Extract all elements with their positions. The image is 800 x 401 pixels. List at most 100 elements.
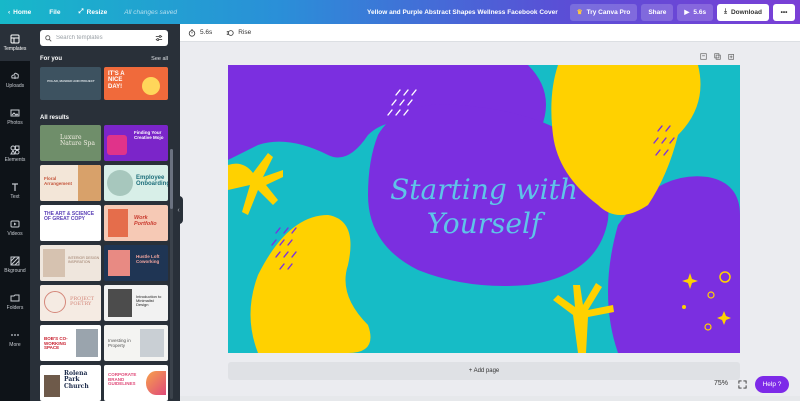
template-card-10-photo [108, 289, 132, 317]
text-icon [12, 182, 18, 191]
upload-icon [11, 72, 19, 79]
template-card-2-text: Finding Your Creative Mojo [134, 130, 164, 140]
featured-template-1[interactable]: POLAR, MASKED AND PROJECT [40, 67, 101, 100]
animate-label: Rise [238, 29, 252, 36]
featured-template-1-text: POLAR, MASKED AND PROJECT [47, 79, 95, 83]
template-card-4-photo [107, 170, 133, 196]
panel-scrollbar-thumb[interactable] [170, 149, 173, 209]
template-card-2[interactable]: Finding Your Creative Mojo [104, 125, 168, 161]
template-card-14-shape [146, 371, 166, 395]
yellow-leaf-bottom [553, 283, 614, 353]
canvas-heading[interactable]: Starting with Yourself [228, 173, 740, 241]
save-status: All changes saved [124, 8, 178, 16]
note-icon[interactable] [700, 53, 707, 60]
featured-template-2-sun [142, 77, 160, 95]
share-button[interactable]: Share [641, 3, 674, 21]
timing-button[interactable]: 5.6s [180, 28, 219, 37]
canvas-horizontal-scrollbar[interactable] [180, 396, 800, 401]
template-card-5-text: THE ART & SCIENCE OF GREAT COPY [44, 211, 95, 223]
template-card-7[interactable]: INTERIOR DESIGN INSPIRATION [40, 245, 101, 281]
template-card-1-text: Luxure Nature Spa [60, 134, 95, 148]
for-you-header: For you See all [40, 56, 168, 62]
more-options-button[interactable]: ••• [773, 3, 795, 21]
resize-button[interactable]: ⤢ Resize [69, 8, 116, 16]
template-card-6-photo [108, 209, 128, 237]
fullscreen-icon[interactable] [738, 380, 747, 389]
add-page-icon[interactable] [728, 53, 735, 60]
template-card-4[interactable]: Employee Onboarding [104, 165, 168, 201]
template-card-3[interactable]: Floral Arrangement [40, 165, 101, 201]
template-card-11[interactable]: BOB'S CO-WORKING SPACE [40, 325, 101, 361]
template-card-13[interactable]: Rolena Park Church [40, 365, 101, 401]
search-box[interactable] [40, 30, 168, 46]
rail-label-more: More [9, 341, 21, 348]
timer-icon [188, 28, 196, 37]
template-card-12-photo [140, 329, 164, 357]
folder-icon [10, 294, 20, 301]
rail-label-videos: Videos [7, 230, 23, 237]
play-icon: ▶ [684, 9, 690, 16]
filter-icon[interactable] [155, 34, 163, 42]
rail-label-uploads: Uploads [5, 82, 25, 89]
template-card-11-photo [76, 329, 98, 357]
template-card-10-text: Introduction to Minimalist Design [136, 294, 162, 308]
more-icon [11, 333, 19, 336]
background-icon [10, 256, 20, 265]
rail-label-background: Bkground [4, 267, 26, 274]
template-card-13-church [44, 375, 60, 397]
template-card-6[interactable]: Work Portfolio [104, 205, 168, 241]
zoom-level[interactable]: 75% [714, 380, 728, 387]
featured-template-2[interactable]: IT'S A NICE DAY! [104, 67, 168, 100]
rail-item-more[interactable]: More [0, 320, 30, 357]
template-card-9[interactable]: PROJECT POETRY [40, 285, 101, 321]
all-results-header: All results [40, 115, 168, 121]
template-card-8[interactable]: Hustle Loft Coworking [104, 245, 168, 281]
template-card-10[interactable]: Introduction to Minimalist Design [104, 285, 168, 321]
rail-item-templates[interactable]: Templates [0, 24, 30, 61]
rail-item-folders[interactable]: Folders [0, 283, 30, 320]
all-results-label: All results [40, 115, 70, 121]
timing-label: 5.6s [200, 29, 213, 36]
home-button[interactable]: ‹ Home [0, 9, 40, 16]
canvas-heading-line1: Starting with [390, 173, 578, 206]
rail-item-text[interactable]: Text [0, 172, 30, 209]
rail-label-text: Text [10, 193, 20, 200]
template-card-2-shape [107, 135, 127, 155]
template-card-5[interactable]: THE ART & SCIENCE OF GREAT COPY [40, 205, 101, 241]
template-card-12[interactable]: Investing in Property [104, 325, 168, 361]
home-label: Home [13, 8, 32, 16]
rail-item-uploads[interactable]: Uploads [0, 61, 30, 98]
dot-decoration [682, 305, 686, 309]
search-icon [45, 34, 52, 42]
try-pro-button[interactable]: ♛ Try Canva Pro [569, 3, 638, 21]
resize-icon: ⤢ [78, 8, 84, 15]
see-all-link[interactable]: See all [151, 56, 168, 62]
help-button[interactable]: Help ? [755, 376, 789, 393]
template-card-7-photo [43, 249, 65, 277]
template-card-1[interactable]: Luxure Nature Spa [40, 125, 101, 161]
rail-item-videos[interactable]: Videos [0, 209, 30, 246]
file-menu[interactable]: File [40, 9, 69, 16]
template-card-8-text: Hustle Loft Coworking [136, 254, 160, 264]
template-card-3-photo [78, 165, 101, 201]
rail-item-elements[interactable]: Elements [0, 135, 30, 172]
add-page-button[interactable]: + Add page [228, 362, 740, 380]
rail-item-photos[interactable]: Photos [0, 98, 30, 135]
design-canvas[interactable]: Starting with Yourself [228, 65, 740, 353]
template-card-14[interactable]: CORPORATE BRAND GUIDELINES [104, 365, 168, 401]
template-card-14-text: CORPORATE BRAND GUIDELINES [108, 372, 137, 387]
collapse-panel-button[interactable]: ‹ [174, 196, 183, 224]
download-button[interactable]: ⤓ Download [717, 3, 769, 21]
chevron-left-icon: ‹ [8, 8, 11, 16]
play-button[interactable]: ▶ 5.6s [677, 3, 714, 21]
featured-template-2-text: IT'S A NICE DAY! [108, 71, 125, 90]
document-title[interactable]: Yellow and Purple Abstract Shapes Wellne… [359, 9, 566, 16]
play-duration: 5.6s [693, 8, 707, 16]
search-input[interactable] [55, 35, 152, 41]
rail-item-background[interactable]: Bkground [0, 246, 30, 283]
templates-panel: For you See all POLAR, MASKED AND PROJEC… [30, 24, 176, 401]
template-card-9-flower [44, 291, 66, 313]
duplicate-icon[interactable] [714, 53, 721, 60]
photo-icon [10, 109, 20, 116]
animate-button[interactable]: Rise [219, 29, 258, 37]
